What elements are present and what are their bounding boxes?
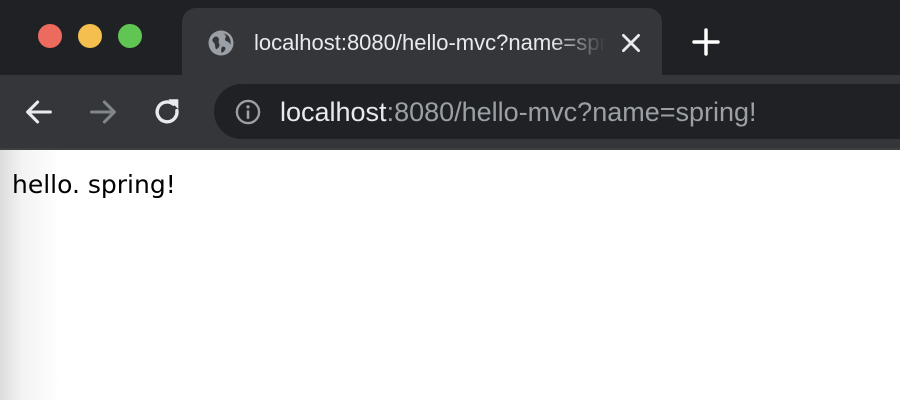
globe-icon: [208, 30, 234, 56]
page-content: hello. spring!: [0, 150, 900, 400]
address-bar[interactable]: localhost:8080/hello-mvc?name=spring!: [214, 84, 900, 139]
page-body-text: hello. spring!: [12, 170, 176, 199]
close-window-button[interactable]: [38, 24, 62, 48]
close-tab-icon[interactable]: [618, 30, 644, 56]
tab-title: localhost:8080/hello-mvc?name=spring!: [254, 30, 606, 55]
back-arrow-icon[interactable]: [22, 95, 56, 129]
info-icon[interactable]: [234, 98, 262, 126]
new-tab-icon[interactable]: [690, 26, 722, 58]
browser-toolbar: localhost:8080/hello-mvc?name=spring!: [0, 75, 900, 148]
maximize-window-button[interactable]: [118, 24, 142, 48]
tab-strip: localhost:8080/hello-mvc?name=spring!: [0, 0, 900, 75]
url-text[interactable]: localhost:8080/hello-mvc?name=spring!: [280, 95, 757, 129]
forward-arrow-icon[interactable]: [86, 95, 120, 129]
reload-icon[interactable]: [150, 95, 184, 129]
url-host: localhost: [280, 97, 387, 127]
browser-window: localhost:8080/hello-mvc?name=spring! lo…: [0, 0, 900, 400]
minimize-window-button[interactable]: [78, 24, 102, 48]
tab-active[interactable]: localhost:8080/hello-mvc?name=spring!: [182, 8, 662, 75]
url-path: :8080/hello-mvc?name=spring!: [386, 97, 757, 127]
